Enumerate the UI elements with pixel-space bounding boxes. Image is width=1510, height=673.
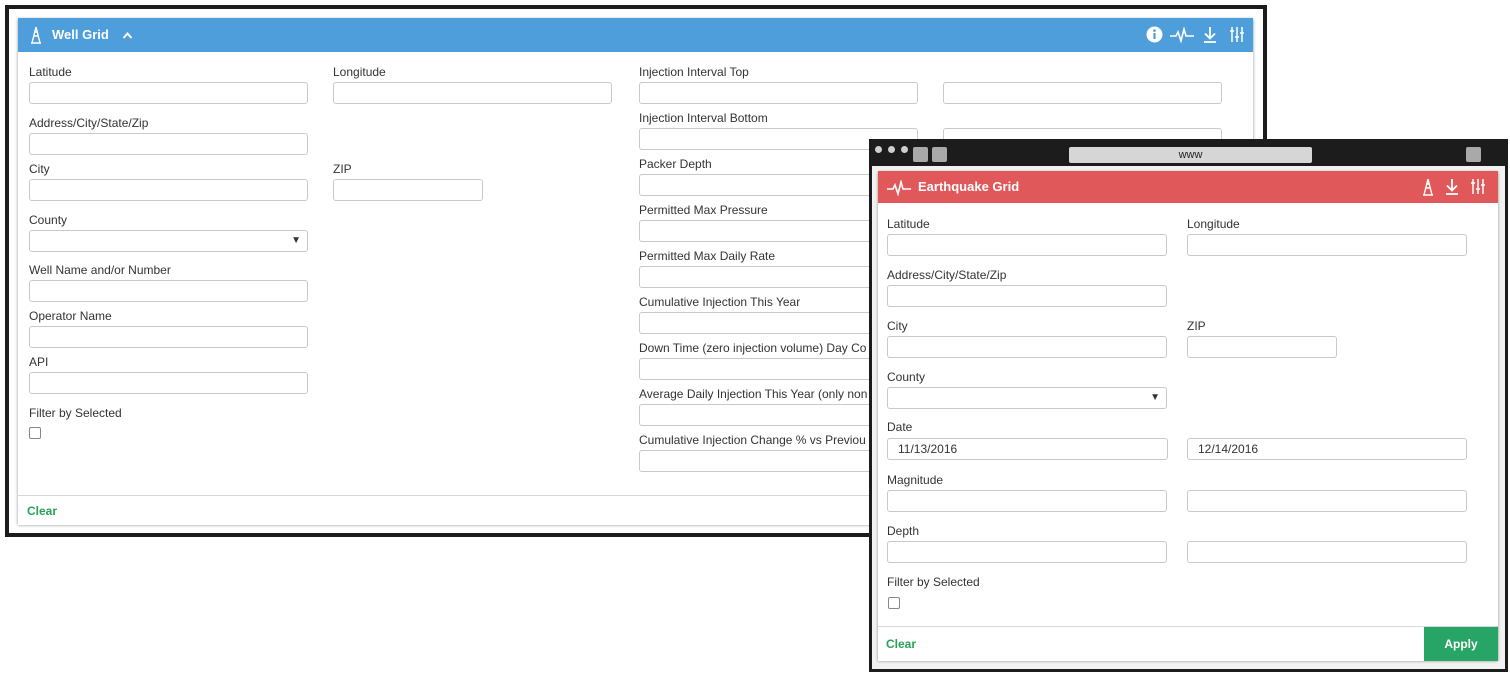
depth-min-input[interactable] bbox=[887, 541, 1167, 563]
latitude-label: Latitude bbox=[29, 65, 72, 79]
longitude-input[interactable] bbox=[333, 82, 612, 104]
latitude-input[interactable] bbox=[887, 234, 1167, 256]
depth-max-input[interactable] bbox=[1187, 541, 1467, 563]
date-to-input[interactable] bbox=[1187, 438, 1467, 460]
packer-depth-label: Packer Depth bbox=[639, 157, 712, 171]
earthquake-grid-panel: Earthquake Grid Latitude Longitude Addre… bbox=[878, 171, 1498, 661]
county-select[interactable]: ▼ bbox=[887, 387, 1167, 409]
seismic-icon bbox=[887, 178, 911, 199]
city-label: City bbox=[29, 162, 50, 176]
average-daily-label: Average Daily Injection This Year (only … bbox=[639, 387, 868, 401]
operator-input[interactable] bbox=[29, 326, 308, 348]
well-name-label: Well Name and/or Number bbox=[29, 263, 171, 277]
window-button-icon[interactable] bbox=[932, 147, 947, 162]
county-select[interactable]: ▼ bbox=[29, 230, 308, 252]
earthquake-grid-header: Earthquake Grid bbox=[878, 171, 1498, 203]
info-icon[interactable] bbox=[1146, 26, 1163, 46]
window-button-icon[interactable] bbox=[1466, 147, 1481, 162]
magnitude-label: Magnitude bbox=[887, 473, 944, 487]
longitude-label: Longitude bbox=[1187, 217, 1240, 231]
address-input[interactable] bbox=[887, 285, 1167, 307]
zip-input[interactable] bbox=[333, 179, 483, 201]
earthquake-browser-window: www Earthquake Grid Latitude Longitude A… bbox=[869, 139, 1508, 672]
address-input[interactable] bbox=[29, 133, 308, 155]
zip-label: ZIP bbox=[333, 162, 352, 176]
zip-input[interactable] bbox=[1187, 336, 1337, 358]
injection-top-min-input[interactable] bbox=[639, 82, 918, 104]
filter-selected-label: Filter by Selected bbox=[29, 406, 122, 420]
api-label: API bbox=[29, 355, 49, 369]
url-bar[interactable]: www bbox=[1069, 147, 1312, 163]
down-time-label: Down Time (zero injection volume) Day Co bbox=[639, 341, 867, 355]
date-label: Date bbox=[887, 420, 913, 434]
filter-selected-label: Filter by Selected bbox=[887, 575, 980, 589]
clear-button[interactable]: Clear bbox=[886, 637, 916, 651]
window-dot-icon[interactable] bbox=[875, 146, 882, 153]
address-label: Address/City/State/Zip bbox=[29, 116, 149, 130]
oil-derrick-icon[interactable] bbox=[1422, 178, 1434, 199]
address-label: Address/City/State/Zip bbox=[887, 268, 1007, 282]
longitude-input[interactable] bbox=[1187, 234, 1467, 256]
longitude-label: Longitude bbox=[333, 65, 386, 79]
max-daily-rate-label: Permitted Max Daily Rate bbox=[639, 249, 776, 263]
county-label: County bbox=[29, 213, 68, 227]
operator-label: Operator Name bbox=[29, 309, 112, 323]
city-label: City bbox=[887, 319, 908, 333]
well-grid-header: Well Grid bbox=[18, 18, 1253, 52]
window-dot-icon[interactable] bbox=[901, 146, 908, 153]
oil-derrick-icon bbox=[30, 26, 42, 47]
download-icon[interactable] bbox=[1203, 26, 1217, 46]
window-button-icon[interactable] bbox=[913, 147, 928, 162]
latitude-input[interactable] bbox=[29, 82, 308, 104]
seismic-icon[interactable] bbox=[1170, 25, 1194, 46]
city-input[interactable] bbox=[887, 336, 1167, 358]
well-grid-title: Well Grid bbox=[52, 27, 109, 42]
dropdown-caret-icon: ▼ bbox=[1150, 392, 1160, 403]
latitude-label: Latitude bbox=[887, 217, 930, 231]
earthquake-grid-footer: Clear Apply bbox=[878, 626, 1498, 661]
sliders-icon[interactable] bbox=[1229, 26, 1245, 46]
depth-label: Depth bbox=[887, 524, 920, 538]
clear-button[interactable]: Clear bbox=[27, 504, 57, 518]
earthquake-grid-title: Earthquake Grid bbox=[918, 179, 1020, 194]
filter-selected-checkbox[interactable] bbox=[29, 427, 41, 439]
cumulative-injection-label: Cumulative Injection This Year bbox=[639, 295, 801, 309]
window-dot-icon[interactable] bbox=[888, 146, 895, 153]
sliders-icon[interactable] bbox=[1470, 178, 1486, 198]
browser-titlebar: www bbox=[872, 142, 1505, 166]
chevron-up-icon[interactable] bbox=[122, 29, 133, 43]
apply-button[interactable]: Apply bbox=[1424, 627, 1498, 661]
injection-top-label: Injection Interval Top bbox=[639, 65, 749, 79]
magnitude-min-input[interactable] bbox=[887, 490, 1167, 512]
dropdown-caret-icon: ▼ bbox=[291, 235, 301, 246]
injection-top-max-input[interactable] bbox=[943, 82, 1222, 104]
county-label: County bbox=[887, 370, 926, 384]
injection-bottom-label: Injection Interval Bottom bbox=[639, 111, 768, 125]
magnitude-max-input[interactable] bbox=[1187, 490, 1467, 512]
cumulative-change-label: Cumulative Injection Change % vs Previou bbox=[639, 433, 866, 447]
date-from-input[interactable] bbox=[887, 438, 1168, 460]
api-input[interactable] bbox=[29, 372, 308, 394]
download-icon[interactable] bbox=[1445, 178, 1459, 198]
max-pressure-label: Permitted Max Pressure bbox=[639, 203, 768, 217]
filter-selected-checkbox[interactable] bbox=[888, 597, 900, 609]
city-input[interactable] bbox=[29, 179, 308, 201]
well-name-input[interactable] bbox=[29, 280, 308, 302]
zip-label: ZIP bbox=[1187, 319, 1206, 333]
